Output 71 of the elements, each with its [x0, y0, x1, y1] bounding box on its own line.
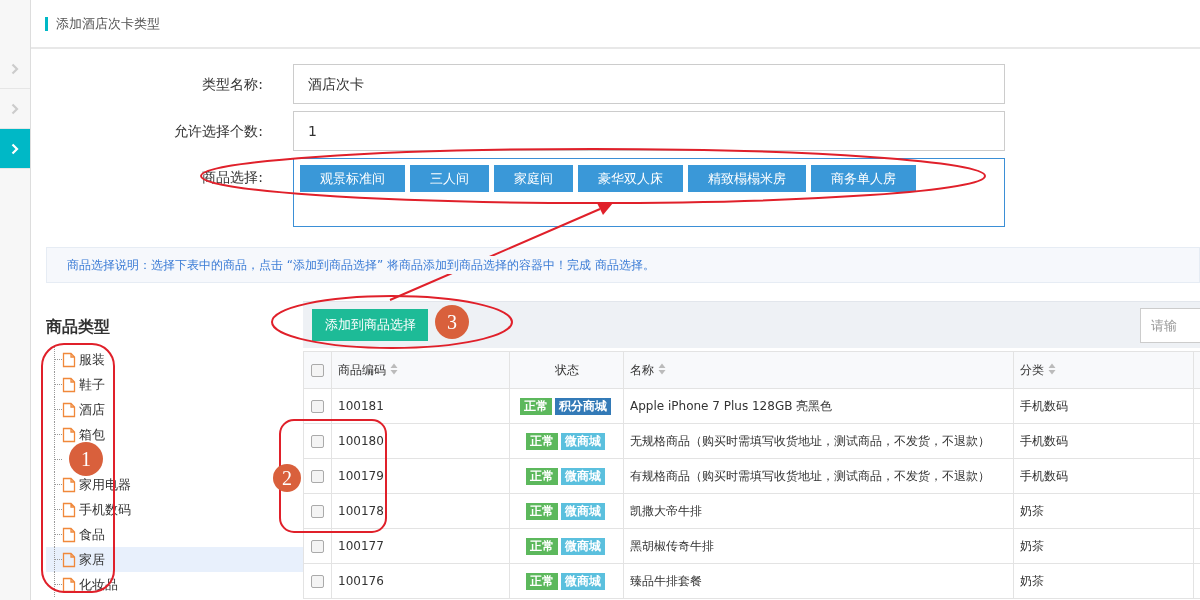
status-tag: 正常 — [525, 573, 558, 590]
sort-icon[interactable] — [658, 363, 666, 375]
chevron-icon — [11, 142, 19, 155]
status-tag: 正常 — [525, 538, 558, 555]
table-cell: 手机数码 — [1020, 434, 1068, 448]
status-tag: 微商城 — [560, 468, 605, 485]
step-marker: 3 — [435, 305, 469, 339]
table-cell: 凯撒大帝牛排 — [630, 504, 702, 518]
table-cell: 100176 — [338, 574, 384, 588]
checkbox[interactable] — [311, 575, 324, 588]
tree-item[interactable]: 鞋子 — [46, 372, 303, 397]
table-cell: 有规格商品（购买时需填写收货地址，测试商品，不发货，不退款） — [630, 469, 990, 483]
checkbox[interactable] — [311, 364, 324, 377]
checkbox[interactable] — [311, 435, 324, 448]
file-icon — [62, 526, 76, 543]
status-tag: 微商城 — [560, 433, 605, 450]
sort-icon[interactable] — [390, 363, 398, 375]
column-header[interactable]: 分类 — [1020, 363, 1044, 377]
step-marker: 1 — [69, 442, 103, 476]
file-icon — [62, 551, 76, 568]
file-icon — [62, 426, 76, 443]
file-icon — [62, 351, 76, 368]
field-label: 允许选择个数: — [174, 123, 263, 139]
table-cell: 奶茶 — [1020, 574, 1044, 588]
text-field[interactable]: 1 — [293, 111, 1005, 151]
table-cell: 无规格商品（购买时需填写收货地址，测试商品，不发货，不退款） — [630, 434, 990, 448]
status-tag: 正常 — [519, 398, 552, 415]
status-tag: 微商城 — [560, 573, 605, 590]
tree-item[interactable]: 服装 — [46, 347, 303, 372]
table-cell: 100181 — [338, 399, 384, 413]
page-title: 添加酒店次卡类型 — [45, 16, 160, 31]
tree-item[interactable]: 家居 — [46, 547, 303, 572]
step-marker: 2 — [273, 464, 301, 492]
status-tag: 微商城 — [560, 503, 605, 520]
checkbox[interactable] — [311, 540, 324, 553]
field-label: 类型名称: — [202, 76, 263, 92]
table-cell: 奶茶 — [1020, 504, 1044, 518]
status-tag: 正常 — [525, 503, 558, 520]
tree-item[interactable]: 酒店 — [46, 397, 303, 422]
status-tag: 微商城 — [560, 538, 605, 555]
table-cell: 手机数码 — [1020, 469, 1068, 483]
table-cell: 100180 — [338, 434, 384, 448]
search-field[interactable]: 请输 — [1140, 307, 1200, 343]
file-icon — [62, 401, 76, 418]
column-header[interactable]: 商品编码 — [338, 363, 386, 377]
table-cell: 手机数码 — [1020, 399, 1068, 413]
column-header: 状态 — [554, 363, 579, 377]
table-cell: 奶茶 — [1020, 539, 1044, 553]
table-cell: 黑胡椒传奇牛排 — [630, 539, 714, 553]
tree-title: 商品类型 — [46, 316, 111, 338]
sidebar-item[interactable] — [0, 129, 30, 169]
table-cell: Apple iPhone 7 Plus 128GB 亮黑色 — [630, 399, 833, 413]
table-cell: 臻品牛排套餐 — [630, 574, 702, 588]
checkbox[interactable] — [311, 505, 324, 518]
checkbox[interactable] — [311, 400, 324, 413]
table-cell: 100177 — [338, 539, 384, 553]
status-tag: 正常 — [525, 468, 558, 485]
file-icon — [62, 476, 76, 493]
file-icon — [62, 376, 76, 393]
table-cell: 100179 — [338, 469, 384, 483]
sort-icon[interactable] — [1048, 363, 1056, 375]
table-cell: 100178 — [338, 504, 384, 518]
chevron-icon — [11, 62, 19, 75]
column-header[interactable]: 名称 — [630, 363, 654, 377]
file-icon — [62, 501, 76, 518]
chevron-icon — [11, 102, 19, 115]
text-field[interactable]: 酒店次卡 — [293, 64, 1005, 104]
status-tag: 正常 — [525, 433, 558, 450]
file-icon — [62, 576, 76, 593]
status-tag: 积分商城 — [554, 398, 611, 415]
checkbox[interactable] — [311, 470, 324, 483]
